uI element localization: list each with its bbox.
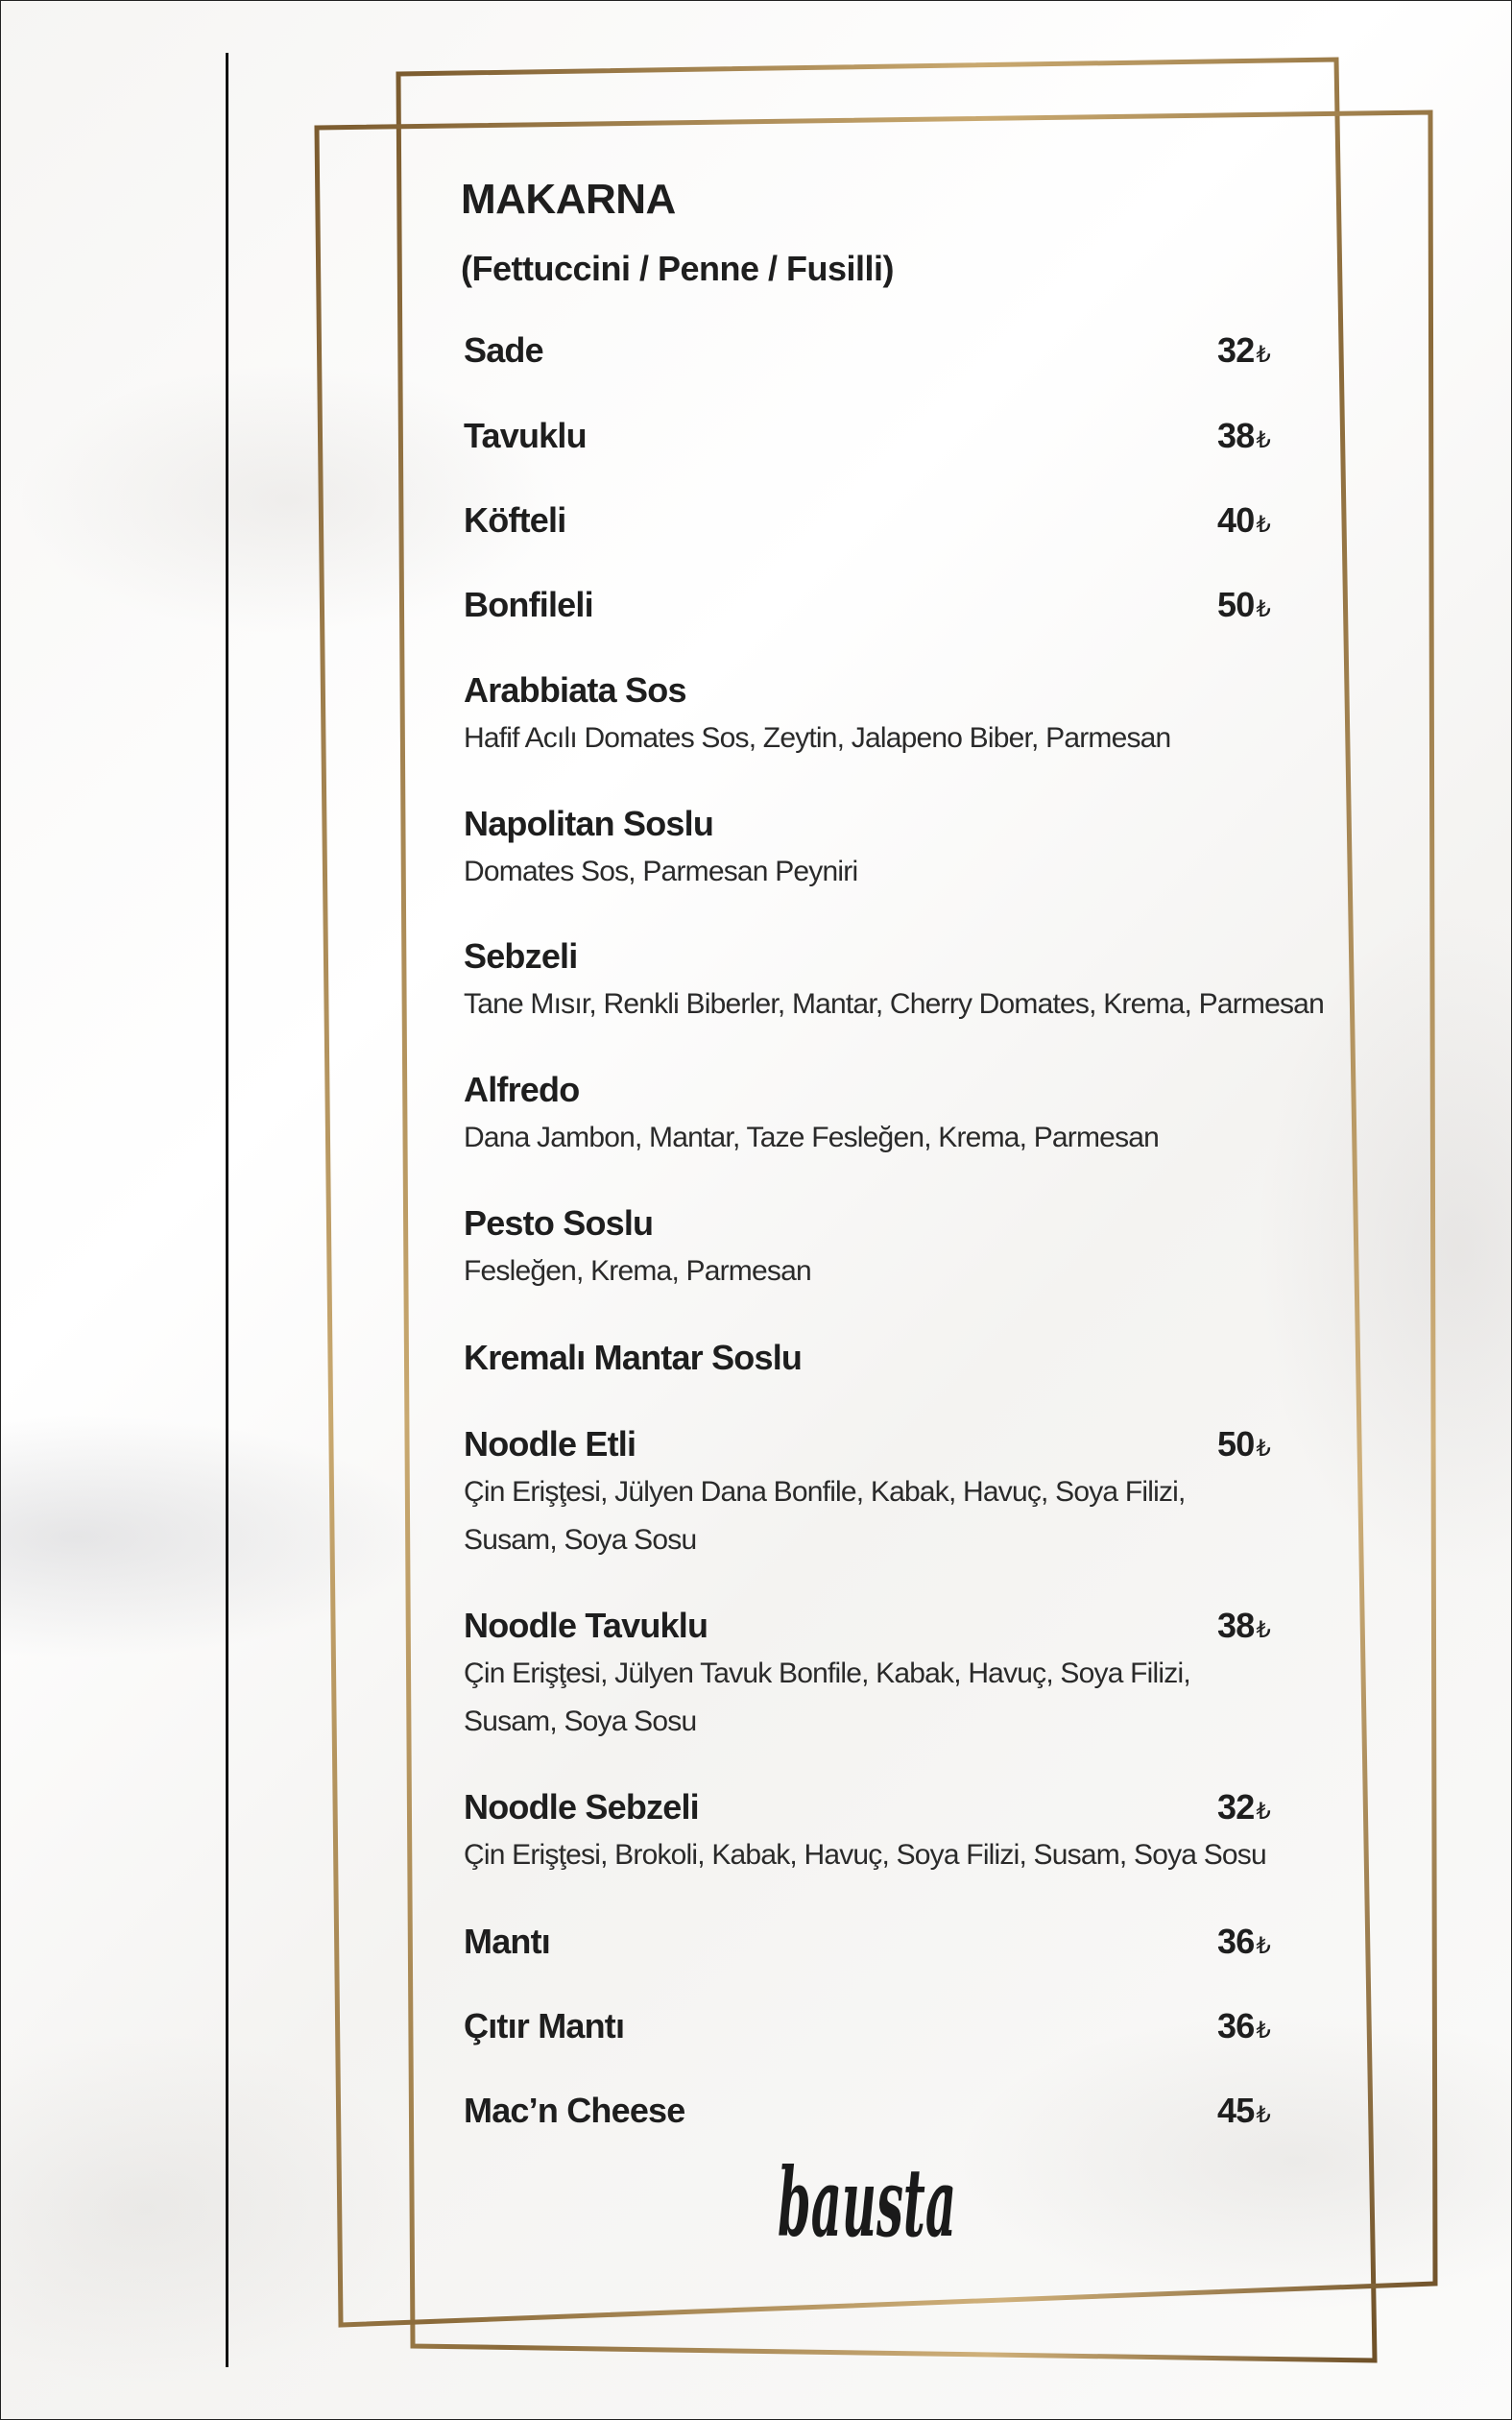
price-value: 38: [1217, 416, 1255, 455]
menu-item-description: Domates Sos, Parmesan Peyniri: [464, 856, 858, 887]
menu-item-name: Çıtır Mantı: [464, 2006, 625, 2045]
lira-icon: ₺: [1256, 1933, 1270, 1959]
gold-frames: [314, 57, 1438, 2363]
price-value: 36: [1217, 2006, 1255, 2045]
lira-icon: ₺: [1256, 342, 1270, 368]
price-value: 38: [1217, 1606, 1255, 1645]
lira-icon: ₺: [1256, 427, 1270, 453]
bausta-logo: bausta: [778, 2148, 956, 2259]
menu-item-description: Susam, Soya Sosu: [464, 1706, 697, 1737]
price-value: 50: [1217, 1424, 1255, 1464]
menu-item-description: Çin Erişţesi, Jülyen Tavuk Bonfile, Kaba…: [464, 1658, 1191, 1689]
menu-item-name: Arabbiata Sos: [464, 670, 686, 710]
logo-text: bausta: [778, 2148, 956, 2259]
menu-item-name: Köfteli: [464, 500, 566, 540]
menu-item-name: Alfredo: [464, 1070, 580, 1109]
price-value: 40: [1217, 500, 1255, 540]
menu-item-description: Tane Mısır, Renkli Biberler, Mantar, Che…: [464, 988, 1325, 1020]
menu-item-price: 50₺: [1217, 585, 1271, 624]
menu-item-price: 36₺: [1217, 1922, 1271, 1961]
section-title: MAKARNA: [461, 176, 676, 223]
lira-icon: ₺: [1256, 2102, 1270, 2128]
price-value: 50: [1217, 585, 1255, 624]
price-value: 36: [1217, 1922, 1255, 1961]
section-subtitle: (Fettuccini / Penne / Fusilli): [461, 249, 895, 288]
menu-item-name: Mac’n Cheese: [464, 2091, 685, 2130]
menu-item-name: Tavuklu: [464, 416, 588, 455]
menu-item-name: Noodle Sebzeli: [464, 1787, 700, 1827]
menu-item-name: Sade: [464, 330, 544, 370]
menu-item-name: Bonfileli: [464, 585, 594, 624]
menu-item-description: Susam, Soya Sosu: [464, 1524, 697, 1556]
menu-item-price: 40₺: [1217, 500, 1271, 540]
menu-item-name: Mantı: [464, 1922, 551, 1961]
lira-icon: ₺: [1256, 596, 1270, 622]
menu-item-price: 36₺: [1217, 2006, 1271, 2045]
menu-item-price: 38₺: [1217, 1606, 1271, 1645]
menu-item-price: 32₺: [1217, 1787, 1271, 1827]
lira-icon: ₺: [1256, 1617, 1270, 1643]
price-value: 45: [1217, 2091, 1255, 2130]
menu-item-name: Pesto Soslu: [464, 1203, 654, 1243]
menu-item-price: 50₺: [1217, 1424, 1271, 1464]
menu-item-description: Çin Erişţesi, Jülyen Dana Bonfile, Kabak…: [464, 1476, 1186, 1508]
menu-item-description: Fesleğen, Krema, Parmesan: [464, 1255, 812, 1287]
menu-item-description: Dana Jambon, Mantar, Taze Fesleğen, Krem…: [464, 1122, 1160, 1153]
menu-item-price: 32₺: [1217, 330, 1271, 370]
lira-icon: ₺: [1256, 1799, 1270, 1825]
menu-item-name: Napolitan Soslu: [464, 804, 714, 843]
lira-icon: ₺: [1256, 2018, 1270, 2044]
menu-item-price: 45₺: [1217, 2091, 1271, 2130]
menu-item-name: Kremalı Mantar Soslu: [464, 1338, 803, 1377]
lira-icon: ₺: [1256, 512, 1270, 538]
menu-item-description: Çin Erişţesi, Brokoli, Kabak, Havuç, Soy…: [464, 1839, 1267, 1871]
menu-item-price: 38₺: [1217, 416, 1271, 455]
menu-item-description: Hafif Acılı Domates Sos, Zeytin, Jalapen…: [464, 722, 1171, 754]
lira-icon: ₺: [1256, 1436, 1270, 1462]
price-value: 32: [1217, 1787, 1255, 1827]
menu-item-name: Noodle Tavuklu: [464, 1606, 708, 1645]
menu-item-name: Noodle Etli: [464, 1424, 636, 1464]
menu-item-name: Sebzeli: [464, 936, 578, 976]
price-value: 32: [1217, 330, 1255, 370]
